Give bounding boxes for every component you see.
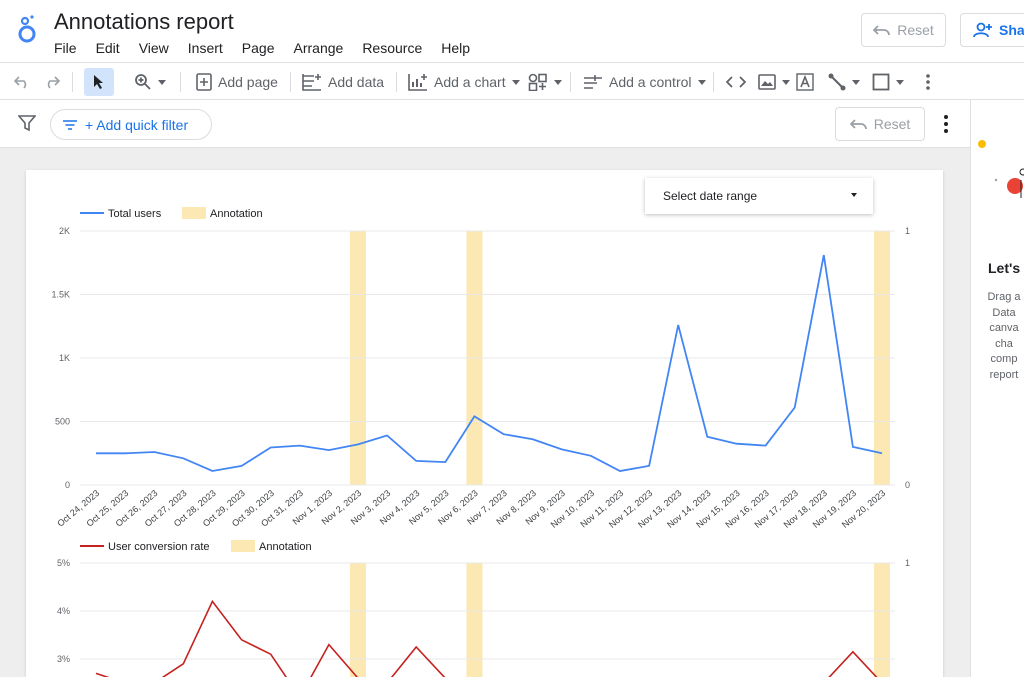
y-tick-label: 3% bbox=[57, 654, 70, 664]
annotation-band bbox=[466, 563, 483, 677]
y2-tick-label: 1 bbox=[905, 226, 910, 236]
y2-tick-label: 0 bbox=[905, 480, 910, 490]
legend-total-users: Total users bbox=[108, 208, 162, 220]
illustration-icon bbox=[978, 140, 1024, 198]
legend-annotation: Annotation bbox=[210, 208, 263, 220]
legend-annotation: Annotation bbox=[259, 541, 312, 553]
legend-annotation-swatch bbox=[231, 540, 255, 552]
panel-line-4: cha bbox=[995, 337, 1013, 350]
add-person-icon bbox=[973, 22, 992, 38]
annotation-band bbox=[874, 563, 890, 677]
y-tick-label: 500 bbox=[55, 417, 70, 427]
y-tick-label: 1.5K bbox=[51, 290, 70, 300]
panel-line-6: report bbox=[989, 368, 1019, 381]
conversion-rate-line bbox=[95, 599, 878, 677]
y-tick-label: 0 bbox=[65, 480, 70, 490]
share-button-label: Sha bbox=[999, 22, 1024, 38]
dropdown-caret-icon bbox=[851, 193, 857, 197]
date-range-label: Select date range bbox=[663, 189, 758, 203]
panel-line-3: canva bbox=[989, 322, 1019, 334]
y-tick-label: 5% bbox=[57, 558, 70, 568]
y-tick-label: 2K bbox=[59, 226, 70, 236]
legend-annotation-swatch bbox=[182, 207, 206, 219]
y2-tick-label: 1 bbox=[905, 558, 910, 568]
chart2-legend: User conversion rate Annotation bbox=[80, 540, 312, 553]
annotation-band bbox=[350, 563, 366, 677]
legend-conversion-rate: User conversion rate bbox=[108, 541, 210, 553]
total-users-chart[interactable]: 05001K1.5K2K 10 Oct 24, 2023Oct 25, 2023… bbox=[51, 207, 910, 530]
panel-line-2: Data bbox=[992, 306, 1016, 319]
charts-layer: 05001K1.5K2K 10 Oct 24, 2023Oct 25, 2023… bbox=[51, 207, 910, 677]
panel-line-1: Drag a bbox=[987, 291, 1021, 303]
panel-description: Drag a Data canva cha comp report bbox=[971, 290, 1024, 383]
panel-line-5: comp bbox=[990, 353, 1018, 365]
y-tick-label: 1K bbox=[59, 353, 70, 363]
y-tick-label: 4% bbox=[57, 606, 70, 616]
panel-heading: Let's bbox=[988, 260, 1021, 276]
date-range-control[interactable]: Select date range bbox=[645, 178, 873, 214]
conversion-rate-chart[interactable]: 3% 4% 5% 1 User conversion rate Annotation bbox=[57, 540, 910, 677]
chart1-legend: Total users Annotation bbox=[80, 207, 263, 220]
total-users-line bbox=[96, 254, 883, 472]
right-side-panel: Let's Drag a Data canva cha comp report bbox=[970, 100, 1024, 677]
